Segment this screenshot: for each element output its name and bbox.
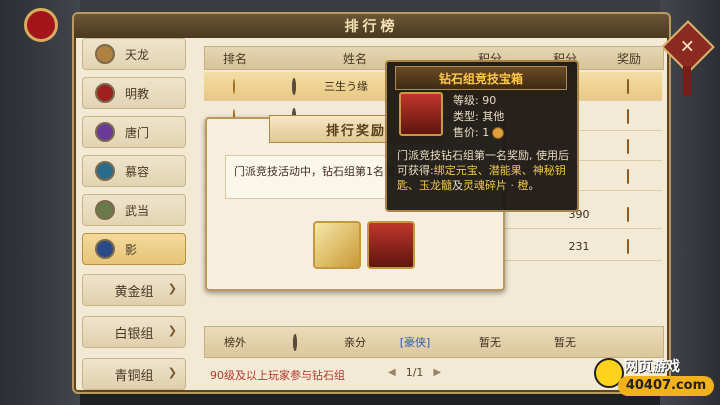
sidebar-item-label: 影 — [125, 242, 138, 257]
group-label: 黄金组 — [114, 284, 154, 300]
reward-chest-icon[interactable] — [627, 206, 629, 222]
header-reward: 奖励 — [616, 51, 641, 66]
title-bar: 排行榜 — [74, 14, 669, 38]
header-rank: 排名 — [222, 51, 247, 66]
sidebar-item-label: 明教 — [125, 86, 150, 101]
tooltip-desc-mid: 及 — [452, 179, 463, 192]
sidebar-item-murong[interactable]: 慕容 — [82, 155, 186, 187]
rank-medal-icon — [233, 78, 235, 94]
site-logo: 网页游戏 40407.com — [588, 352, 720, 405]
avatar — [292, 77, 296, 95]
decorative-knot-icon — [24, 8, 58, 42]
tooltip-desc-highlight2: 灵魂碎片 · 橙 — [463, 179, 529, 192]
sect-murong-icon — [95, 161, 115, 181]
next-page-button[interactable]: ▶ — [433, 367, 441, 378]
sidebar-item-tianlong[interactable]: 天龙 — [82, 38, 186, 70]
sect-mingjiao-icon — [95, 83, 115, 103]
page-indicator: 1/1 — [405, 366, 424, 379]
group-gold-dropdown[interactable]: 黄金组 ❯ — [82, 274, 186, 306]
my-score: 暂无 — [479, 336, 501, 349]
prev-page-button[interactable]: ◀ — [388, 367, 396, 378]
reward-chest-icon[interactable] — [627, 78, 629, 94]
item-tooltip: 钻石组竞技宝箱 等级: 90 类型: 其他 售价: 1 门派竞技钻石组第一名奖励… — [385, 60, 579, 212]
my-rank: 榜外 — [224, 336, 246, 349]
group-silver-dropdown[interactable]: 白银组 ❯ — [82, 316, 186, 348]
window-title: 排行榜 — [344, 19, 399, 35]
my-reward: 暂无 — [554, 336, 576, 349]
group-label: 青铜组 — [114, 368, 154, 384]
sect-tianlong-icon — [95, 44, 115, 64]
tooltip-type: 类型: 其他 — [453, 110, 505, 123]
tooltip-level: 等级: 90 — [453, 94, 497, 107]
my-name: 亲分 — [344, 336, 366, 349]
player-score: 231 — [568, 239, 590, 253]
sidebar-item-label: 武当 — [125, 203, 150, 218]
chevron-down-icon: ❯ — [167, 366, 177, 379]
sidebar-item-wudang[interactable]: 武当 — [82, 194, 186, 226]
my-title-tag: [豪侠] — [399, 336, 431, 349]
avatar — [293, 333, 297, 351]
tooltip-desc-suffix: 。 — [528, 179, 540, 192]
sect-tangmen-icon — [95, 122, 115, 142]
background-left — [0, 0, 80, 405]
sidebar-item-label: 慕容 — [125, 164, 150, 179]
chevron-down-icon: ❯ — [167, 282, 177, 295]
group-label: 白银组 — [114, 326, 154, 342]
footer-notice: 90级及以上玩家参与钻石组 — [210, 369, 345, 382]
sidebar-item-mingjiao[interactable]: 明教 — [82, 77, 186, 109]
reward-scroll-icon[interactable] — [313, 221, 361, 269]
reward-chest-icon[interactable] — [627, 108, 629, 124]
tooltip-price-text: 售价: 1 — [453, 126, 490, 139]
logo-url: 40407.com — [618, 376, 714, 396]
sect-ying-icon — [95, 239, 115, 259]
reward-popup-title: 排行奖励 — [325, 123, 386, 139]
chevron-down-icon: ❯ — [167, 324, 177, 337]
reward-chest-icon[interactable] — [627, 238, 629, 254]
close-icon: ✕ — [680, 36, 696, 58]
group-bronze-dropdown[interactable]: 青铜组 ❯ — [82, 358, 186, 390]
sidebar-item-ying[interactable]: 影 — [82, 233, 186, 265]
treasure-chest-icon — [399, 92, 443, 136]
sidebar-item-label: 天龙 — [125, 47, 150, 62]
sect-sidebar: 天龙 明教 唐门 慕容 武当 影 黄金组 ❯ 白银组 ❯ 青铜组 ❯ — [82, 38, 186, 400]
reward-chest-icon[interactable] — [367, 221, 415, 269]
sect-wudang-icon — [95, 200, 115, 220]
tooltip-title: 钻石组竞技宝箱 — [395, 66, 567, 90]
tooltip-price: 售价: 1 — [453, 124, 505, 140]
sidebar-item-label: 唐门 — [125, 125, 150, 140]
sidebar-item-tangmen[interactable]: 唐门 — [82, 116, 186, 148]
reward-chest-icon[interactable] — [627, 138, 629, 154]
coin-icon — [492, 127, 505, 139]
tassel-decoration — [683, 66, 691, 96]
tooltip-description: 门派竞技钻石组第一名奖励, 使用后可获得:绑定元宝、潜能果、神秘钥匙、玉龙髓及灵… — [397, 148, 569, 193]
pagination: ◀ 1/1 ▶ — [378, 366, 451, 379]
logo-title: 网页游戏 — [624, 359, 680, 375]
reward-chest-icon[interactable] — [627, 168, 629, 184]
